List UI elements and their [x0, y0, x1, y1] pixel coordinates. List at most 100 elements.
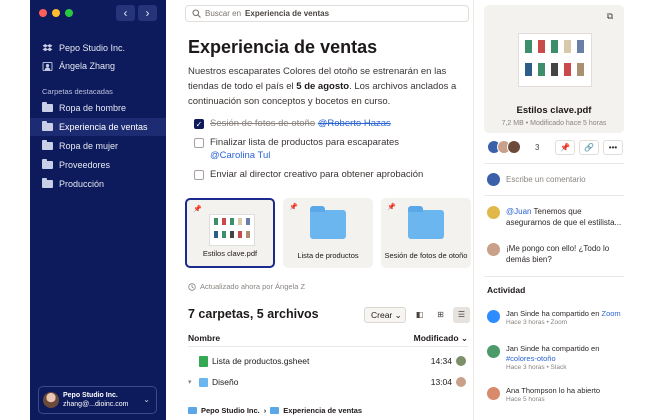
table-row[interactable]: ▾ Diseño 13:04	[188, 374, 468, 390]
row-name: Lista de productos.gsheet	[212, 356, 310, 366]
task-checkbox[interactable]	[194, 170, 204, 180]
grid-view-button[interactable]: ⊞	[432, 307, 449, 323]
account-name: Pepo Studio Inc.	[63, 392, 118, 399]
create-label: Crear	[371, 310, 393, 320]
divider	[484, 195, 624, 196]
task-mention[interactable]: @Carolina Tul	[210, 150, 270, 161]
pinned-card[interactable]: 📌 Estilos clave.pdf	[185, 198, 275, 268]
pinned-card-label: Sesión de fotos de otoño	[384, 251, 468, 260]
more-icon: •••	[608, 143, 618, 152]
sidebar-item-ropa-hombre[interactable]: Ropa de hombre	[30, 99, 166, 117]
comment-item[interactable]: ¡Me pongo con ello! ¿Todo lo demás bien?	[487, 243, 627, 265]
list-view-button[interactable]: ☰	[453, 307, 470, 323]
forward-button[interactable]: ›	[138, 5, 157, 21]
task-checkbox[interactable]	[194, 138, 204, 148]
col-modified-label: Modificado	[413, 333, 459, 343]
item-counts: 7 carpetas, 5 archivos	[188, 307, 319, 321]
back-button[interactable]: ‹	[116, 5, 135, 21]
sidebar-team[interactable]: Pepo Studio Inc.	[42, 43, 125, 53]
sheet-icon	[199, 355, 208, 367]
file-name: Estilos clave.pdf	[516, 105, 592, 116]
details-panel: ⧉ Estilos clave.pdf 7,2 MB • Modificado …	[473, 0, 630, 420]
avatar[interactable]	[507, 140, 521, 154]
task-text: Enviar al director creativo para obtener…	[210, 169, 424, 180]
folder-icon	[42, 140, 53, 150]
share-count: 3	[535, 143, 540, 152]
table-row[interactable]: Lista de productos.gsheet 14:34	[188, 353, 468, 369]
table-header: Nombre Modificado ⌄	[188, 333, 468, 347]
sidebar-item-label: Producción	[59, 179, 105, 189]
chevron-right-icon: ›	[263, 406, 267, 415]
pinned-card-label: Estilos clave.pdf	[202, 249, 258, 258]
maximize-window-button[interactable]	[65, 9, 73, 17]
folder-icon	[42, 102, 53, 112]
pinned-card[interactable]: 📌 Lista de productos	[283, 198, 373, 268]
more-options-button[interactable]: •••	[603, 140, 623, 155]
folder-icon	[188, 407, 197, 414]
link-icon: 🔗	[584, 143, 594, 152]
pinned-card[interactable]: 📌 Sesión de fotos de otoño	[381, 198, 471, 268]
task-text: Finalizar lista de productos para escapa…	[210, 137, 400, 148]
breadcrumb-root[interactable]: Pepo Studio Inc.	[201, 406, 260, 415]
col-name[interactable]: Nombre	[188, 333, 220, 343]
description-date: 5 de agosto	[296, 81, 350, 92]
search-scope: Experiencia de ventas	[245, 9, 330, 18]
search-prefix: Buscar en	[205, 9, 242, 18]
updated-status: Actualizado ahora por Ángela Z	[188, 282, 305, 291]
close-window-button[interactable]	[39, 9, 47, 17]
col-modified[interactable]: Modificado ⌄	[414, 333, 468, 344]
folder-icon	[270, 407, 280, 414]
file-preview[interactable]: ⧉ Estilos clave.pdf 7,2 MB • Modificado …	[484, 5, 624, 133]
pinned-card-label: Lista de productos	[297, 251, 359, 260]
sidebar-user[interactable]: Ángela Zhang	[42, 61, 115, 71]
task-checkbox[interactable]: ✓	[194, 119, 204, 129]
divider	[484, 163, 624, 164]
account-switcher[interactable]: Pepo Studio Inc. zhang@...dioinc.com ⌄	[38, 386, 157, 414]
sidebar-item-experiencia-ventas[interactable]: Experiencia de ventas	[30, 118, 166, 136]
search-input[interactable]: Buscar en Experiencia de ventas	[185, 5, 469, 22]
activity-item: Jan Sinde ha compartido en Zoom Hace 3 h…	[487, 309, 627, 326]
row-time: 13:04	[430, 377, 452, 387]
expand-icon[interactable]: ▾	[188, 378, 199, 386]
chevron-left-icon: ‹	[123, 6, 128, 20]
open-external-icon[interactable]: ⧉	[603, 11, 617, 25]
comment-item[interactable]: @Juan Tenemos que asegurarnos de que el …	[487, 206, 627, 228]
avatar	[43, 392, 59, 408]
sidebar-item-proveedores[interactable]: Proveedores	[30, 156, 166, 174]
activity-text: Jan Sinde ha compartido en	[506, 344, 600, 353]
zoom-icon	[487, 310, 500, 323]
page-title: Experiencia de ventas	[188, 37, 378, 57]
folder-icon	[408, 206, 444, 239]
task-mention[interactable]: @Roberto Hazas	[318, 118, 391, 129]
pin-icon: 📌	[560, 143, 570, 152]
app-window: ‹ › Pepo Studio Inc. Ángela Zhang Carpet…	[30, 0, 630, 420]
comment-input[interactable]: Escribe un comentario	[487, 173, 586, 186]
activity-sub: Hace 5 horas	[506, 396, 545, 403]
folder-icon	[310, 206, 346, 239]
activity-link[interactable]: #colores-otoño	[506, 354, 556, 363]
avatar	[487, 387, 500, 400]
pin-button[interactable]: 📌	[555, 140, 575, 155]
comment-mention[interactable]: @Juan	[506, 207, 531, 216]
activity-item: Ana Thompson lo ha abierto Hace 5 horas	[487, 386, 627, 403]
pdf-thumbnail	[518, 33, 592, 87]
activity-sub: Hace 3 horas • Zoom	[506, 319, 568, 326]
starred-section-title: Carpetas destacadas	[42, 87, 113, 96]
person-icon	[42, 61, 53, 71]
row-time: 14:34	[430, 356, 452, 366]
view-toggle-button[interactable]: ◧	[411, 307, 428, 323]
sidebar-item-produccion[interactable]: Producción	[30, 175, 166, 193]
activity-link[interactable]: Zoom	[601, 309, 620, 318]
minimize-window-button[interactable]	[52, 9, 60, 17]
breadcrumb-current[interactable]: Experiencia de ventas	[283, 406, 362, 415]
create-button[interactable]: Crear ⌄	[364, 307, 406, 323]
sidebar-item-ropa-mujer[interactable]: Ropa de mujer	[30, 137, 166, 155]
activity-item: Jan Sinde ha compartido en #colores-otoñ…	[487, 344, 627, 371]
divider	[484, 276, 624, 277]
activity-text: Jan Sinde ha compartido en	[506, 309, 602, 318]
chevron-right-icon: ›	[145, 6, 150, 20]
folder-icon	[199, 377, 208, 387]
copy-link-button[interactable]: 🔗	[579, 140, 599, 155]
avatar	[487, 206, 500, 219]
list-icon: ☰	[457, 310, 466, 319]
